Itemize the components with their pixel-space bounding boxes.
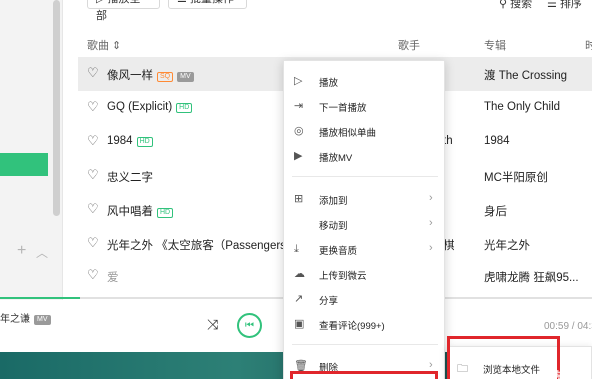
menu-item-label: 移动到 [319, 221, 348, 232]
menu-item-play-next[interactable]: ⇥ 下一首播放 [284, 95, 444, 119]
sidebar-active-item[interactable] [0, 153, 48, 176]
menu-item-add-to[interactable]: ⊞ 添加到 › [284, 188, 444, 212]
menu-item-label: 查看评论(999+) [319, 321, 385, 332]
heart-icon[interactable]: ♡ [87, 168, 99, 182]
previous-icon: ⏮ [245, 320, 254, 331]
sidebar-scrollbar[interactable] [53, 0, 60, 216]
cloud-icon: ☁ [294, 268, 305, 280]
previous-button[interactable]: ⏮ [237, 313, 262, 338]
menu-item-label: 播放 [319, 78, 339, 89]
sidebar: + ︿ [0, 0, 63, 300]
heart-icon[interactable]: ♡ [87, 134, 99, 148]
heart-icon[interactable]: ♡ [87, 100, 99, 114]
mv-badge[interactable]: MV [177, 72, 194, 82]
mv-icon: ▶ [294, 150, 303, 162]
menu-item-label: 播放MV [319, 153, 353, 164]
menu-item-upload-cloud[interactable]: ☁ 上传到微云 [284, 263, 444, 287]
hd-badge: HD [157, 208, 174, 218]
column-header-duration[interactable]: 时 [585, 37, 592, 53]
column-header-song[interactable]: 歌曲 ⇕ [87, 37, 121, 53]
menu-item-label: 添加到 [319, 196, 348, 207]
song-title: GQ (Explicit) HD [107, 101, 193, 113]
song-album[interactable]: 身后 [484, 203, 507, 219]
search-label: 搜索 [510, 0, 533, 10]
song-title: 1984 HD [107, 135, 153, 147]
sort-button[interactable]: ☰ 排序 [547, 0, 582, 11]
menu-separator [292, 344, 438, 345]
menu-item-label: 上传到微云 [319, 271, 367, 282]
menu-item-label: 分享 [319, 296, 339, 307]
search-button[interactable]: ⚲ 搜索 [499, 0, 532, 11]
menu-item-move-to[interactable]: 移动到 › [284, 213, 444, 237]
song-album[interactable]: 1984 [484, 135, 510, 147]
search-icon: ⚲ [499, 0, 508, 10]
song-title: 像风一样 SQ MV [107, 67, 194, 83]
similar-icon: ◎ [294, 125, 304, 137]
add-playlist-icon[interactable]: + [17, 243, 26, 259]
menu-item-change-quality[interactable]: ⤓ 更换音质 › [284, 238, 444, 262]
menu-item-label: 更换音质 [319, 246, 358, 257]
heart-icon[interactable]: ♡ [87, 66, 99, 80]
shuffle-icon[interactable]: ⤨ [207, 316, 218, 333]
song-title-text: 光年之外 《太空旅客（Passengers）》 [107, 240, 304, 252]
menu-separator [292, 176, 438, 177]
song-album[interactable]: 渡 The Crossing [484, 67, 567, 83]
play-icon: ▷ [294, 75, 303, 87]
playback-time: 00:59 / 04:3 [544, 321, 592, 332]
menu-item-play[interactable]: ▷ 播放 [284, 70, 444, 94]
sort-icon: ☰ [547, 0, 557, 10]
play-all-button[interactable]: ▷ 播放全部 [87, 0, 160, 22]
mv-badge[interactable]: MV [34, 315, 51, 325]
highlight-box-menu-item [290, 371, 438, 379]
next-play-icon: ⇥ [294, 100, 304, 112]
add-icon: ⊞ [294, 193, 304, 205]
song-title-text: 1984 [107, 135, 133, 147]
menu-item-play-mv[interactable]: ▶ 播放MV [284, 145, 444, 169]
batch-operation-button[interactable]: ☰ 批量操作 [168, 0, 247, 9]
watermark: 头条号 [535, 365, 583, 379]
collapse-icon[interactable]: ︿ [36, 244, 48, 261]
column-header-album[interactable]: 专辑 [484, 37, 506, 53]
chevron-right-icon: › [429, 217, 433, 229]
comment-icon: ▣ [294, 318, 305, 330]
song-title: 忠义二字 [107, 169, 153, 185]
hd-badge: HD [136, 137, 153, 147]
chevron-right-icon: › [429, 359, 433, 371]
song-title-text: 爱 [107, 272, 119, 284]
share-icon: ↗ [294, 293, 304, 305]
song-album[interactable]: MC半阳原创 [484, 169, 548, 185]
heart-icon[interactable]: ♡ [87, 268, 99, 282]
song-title: 爱 [107, 269, 119, 285]
hd-badge: HD [176, 103, 193, 113]
progress-fill [0, 297, 80, 299]
song-title-text: 忠义二字 [107, 172, 153, 184]
chevron-right-icon: › [429, 192, 433, 204]
song-album[interactable]: 光年之外 [484, 237, 530, 253]
chevron-right-icon: › [429, 242, 433, 254]
download-icon: ⤓ [294, 243, 299, 255]
menu-item-share[interactable]: ↗ 分享 [284, 288, 444, 312]
menu-item-label: 下一首播放 [319, 103, 367, 114]
song-album[interactable]: The Only Child [484, 101, 560, 113]
column-header-artist[interactable]: 歌手 [398, 37, 420, 53]
menu-item-label: 播放相似单曲 [319, 128, 377, 139]
context-menu: ▷ 播放 ⇥ 下一首播放 ◎ 播放相似单曲 ▶ 播放MV ⊞ 添加到 › 移动到 › ⤓ 更换音质 › ☁ 上传到… [283, 60, 445, 379]
song-title-text: 像风一样 [107, 70, 153, 82]
heart-icon[interactable]: ♡ [87, 202, 99, 216]
menu-item-play-similar[interactable]: ◎ 播放相似单曲 [284, 120, 444, 144]
now-playing-title[interactable]: 年之谦 MV [0, 310, 51, 325]
song-title: 风中唱着 HD [107, 203, 174, 219]
song-title-text: 风中唱着 [107, 206, 153, 218]
song-album[interactable]: 虎啸龙腾 狂飙95... [484, 269, 579, 285]
sq-badge: SQ [157, 72, 174, 82]
menu-item-view-comments[interactable]: ▣ 查看评论(999+) [284, 313, 444, 337]
song-title-text: GQ (Explicit) [107, 101, 173, 113]
now-playing-text: 年之谦 [0, 314, 30, 325]
song-title: 光年之外 《太空旅客（Passengers）》 [107, 237, 303, 253]
sort-label: 排序 [559, 0, 582, 10]
heart-icon[interactable]: ♡ [87, 236, 99, 250]
